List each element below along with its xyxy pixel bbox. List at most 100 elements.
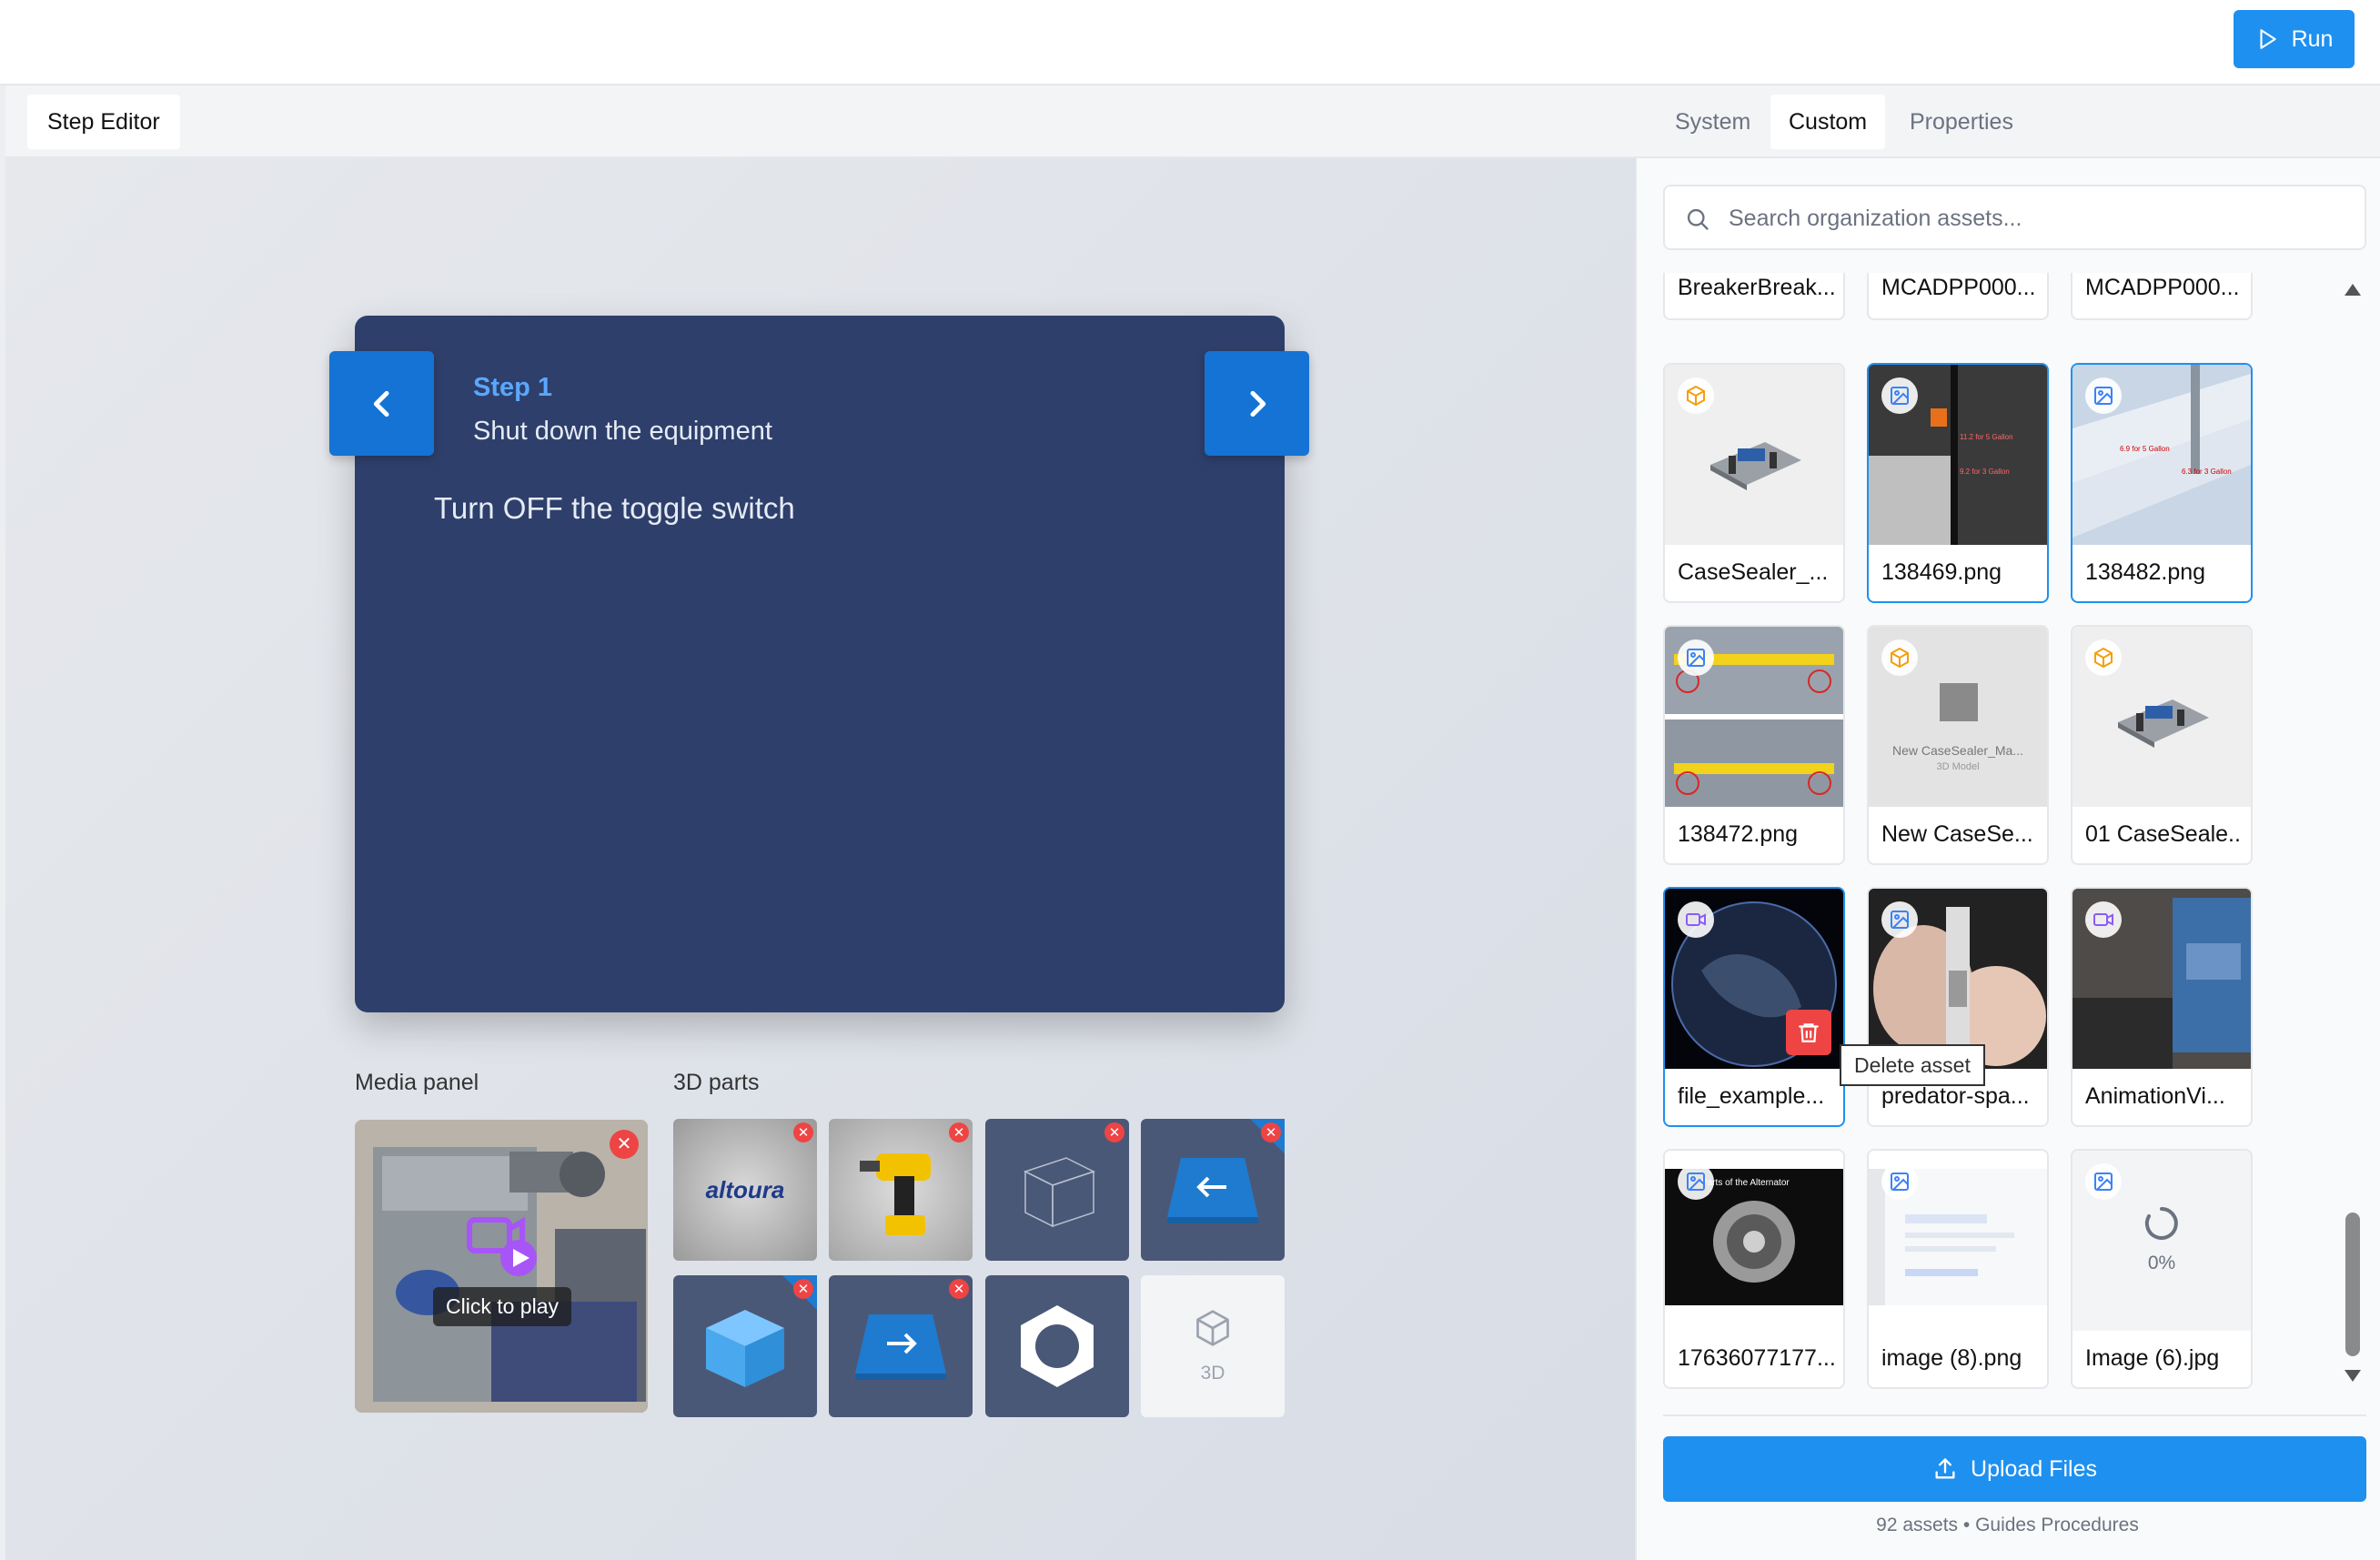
asset-name: MCADPP000...: [1881, 275, 2036, 300]
arrow-left-tile-icon: [1167, 1158, 1258, 1223]
delete-asset-tooltip: Delete asset: [1840, 1044, 1985, 1086]
upload-files-button[interactable]: Upload Files: [1663, 1436, 2366, 1502]
hex-nut-icon: [1021, 1305, 1094, 1387]
part-drill[interactable]: [829, 1119, 973, 1261]
video-play-icon: [467, 1216, 537, 1276]
image-type-badge: [1881, 377, 1918, 414]
video-icon: [1686, 913, 1706, 926]
step-body-text[interactable]: Turn OFF the toggle switch: [434, 491, 795, 526]
asset-card[interactable]: 11.2 for 5 Gallon 9.2 for 3 Gallon 13846…: [1867, 363, 2049, 603]
image-type-badge: [1881, 901, 1918, 938]
image-icon: [1687, 649, 1705, 667]
asset-card[interactable]: MCADPP000...: [2071, 273, 2253, 320]
part-altoura-logo[interactable]: altoura: [673, 1119, 817, 1261]
upload-label: Upload Files: [1971, 1455, 2097, 1482]
model-type-badge: [1881, 639, 1918, 676]
box-icon: [1891, 648, 1909, 668]
asset-name: AnimationVi...: [2085, 1083, 2225, 1109]
asset-name: BreakerBreak...: [1678, 275, 1834, 300]
image-icon: [1687, 1173, 1705, 1191]
placeholder-model-square: [1940, 683, 1978, 721]
remove-part-button[interactable]: ✕: [793, 1279, 813, 1299]
remove-part-button[interactable]: ✕: [1104, 1122, 1124, 1142]
asset-name: 138472.png: [1678, 821, 1799, 847]
image-icon: [1891, 387, 1909, 405]
asset-card[interactable]: file_example...: [1663, 887, 1845, 1127]
step-number: Step 1: [473, 373, 553, 402]
thumb-annotation: 9.2 for 3 Gallon: [1960, 468, 2010, 476]
asset-card[interactable]: CaseSealer_...: [1663, 363, 1845, 603]
tab-system[interactable]: System: [1657, 95, 1769, 149]
play-icon: [2259, 29, 2276, 49]
add-3d-label: 3D: [1200, 1363, 1225, 1384]
asset-card[interactable]: Parts of the Alternator 17636077177...: [1663, 1149, 1845, 1389]
asset-card[interactable]: BreakerBreak...: [1663, 273, 1845, 320]
run-label: Run: [2291, 25, 2334, 52]
asset-name: Image (6).jpg: [2085, 1345, 2220, 1371]
tab-step-editor[interactable]: Step Editor: [27, 95, 180, 149]
asset-grid: BreakerBreak... MCADPP000... MCADPP000..…: [1635, 273, 2345, 1408]
wireframe-cube-icon: [1024, 1157, 1095, 1228]
next-step-button[interactable]: [1205, 351, 1309, 456]
upload-progress-text: 0%: [2147, 1253, 2176, 1273]
video-type-badge: [1678, 901, 1714, 938]
remove-part-button[interactable]: ✕: [949, 1279, 969, 1299]
box-icon: [1687, 386, 1705, 406]
drill-icon: [860, 1153, 931, 1235]
image-icon: [1891, 1173, 1909, 1191]
tab-properties[interactable]: Properties: [1891, 95, 2032, 149]
image-type-badge: [2085, 377, 2122, 414]
thumb-annotation: 6.3 for 3 Gallon: [2182, 468, 2232, 476]
asset-card[interactable]: 138472.png: [1663, 625, 1845, 865]
trash-icon: [1799, 1023, 1819, 1042]
video-type-badge: [2085, 901, 2122, 938]
altoura-logo: altoura: [705, 1175, 785, 1203]
top-bar: Run: [0, 0, 2380, 86]
chevron-left-icon: [373, 390, 388, 417]
thumb-diagram-title: Parts of the Alternator: [1701, 1178, 1790, 1188]
tab-custom[interactable]: Custom: [1770, 95, 1886, 149]
scroll-up-arrow[interactable]: [2345, 284, 2361, 296]
add-3d-part-button[interactable]: 3D: [1141, 1275, 1285, 1417]
asset-card[interactable]: predator-spa...: [1867, 887, 2049, 1127]
asset-card[interactable]: New CaseSealer_Ma... 3D Model New CaseSe…: [1867, 625, 2049, 865]
image-type-badge: [1678, 1163, 1714, 1200]
loading-spinner-icon: [2144, 1207, 2178, 1240]
thumb-annotation: 6.9 for 5 Gallon: [2120, 445, 2170, 453]
asset-search[interactable]: [1663, 185, 2366, 250]
previous-step-button[interactable]: [329, 351, 434, 456]
asset-name: CaseSealer_...: [1678, 559, 1829, 585]
asset-name: New CaseSe...: [1881, 821, 2033, 847]
video-icon: [2093, 913, 2113, 926]
asset-panel-tabs: System Custom Properties: [1635, 86, 2380, 158]
box-icon: [2094, 648, 2113, 668]
click-to-play-hint: Click to play: [433, 1287, 571, 1326]
chevron-right-icon: [1250, 390, 1266, 417]
model-type-badge: [1678, 377, 1714, 414]
run-button[interactable]: Run: [2234, 10, 2355, 68]
parts-panel-label: 3D parts: [673, 1070, 760, 1095]
asset-card[interactable]: AnimationVi...: [2071, 887, 2253, 1127]
media-panel-label: Media panel: [355, 1070, 479, 1095]
asset-card[interactable]: image (8).png: [1867, 1149, 2049, 1389]
part-hex-nut[interactable]: [985, 1275, 1129, 1417]
scroll-thumb[interactable]: [2345, 1213, 2360, 1356]
asset-name: 138482.png: [2085, 559, 2206, 585]
remove-media-button[interactable]: ✕: [610, 1130, 639, 1159]
divider: [1663, 1414, 2366, 1416]
thumb-annotation: 11.2 for 5 Gallon: [1960, 433, 2013, 441]
asset-name: file_example...: [1678, 1083, 1825, 1109]
asset-card[interactable]: 01 CaseSeale...: [2071, 625, 2253, 865]
asset-name: predator-spa...: [1881, 1083, 2030, 1109]
remove-part-button[interactable]: ✕: [949, 1122, 969, 1142]
remove-part-button[interactable]: ✕: [1261, 1122, 1281, 1142]
remove-part-button[interactable]: ✕: [793, 1122, 813, 1142]
asset-card[interactable]: 6.9 for 5 Gallon 6.3 for 3 Gallon 138482…: [2071, 363, 2253, 603]
asset-search-input[interactable]: [1729, 197, 2347, 239]
asset-name: MCADPP000...: [2085, 275, 2240, 300]
asset-card[interactable]: MCADPP000...: [1867, 273, 2049, 320]
delete-asset-button[interactable]: [1786, 1010, 1831, 1055]
asset-card[interactable]: 0% Image (6).jpg: [2071, 1149, 2253, 1389]
part-arrow-right[interactable]: [829, 1275, 973, 1417]
scroll-down-arrow[interactable]: [2345, 1370, 2361, 1382]
